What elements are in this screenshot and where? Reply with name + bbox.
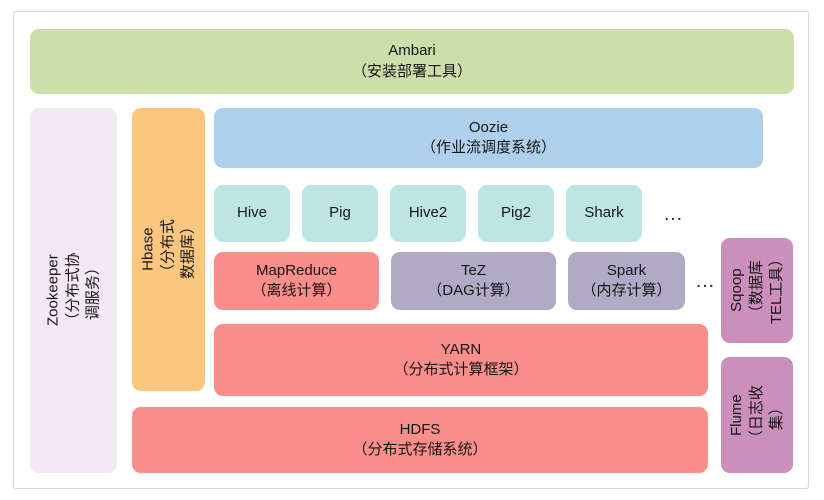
node-oozie-label: Oozie （作业流调度系统） bbox=[420, 118, 556, 156]
node-yarn-label: YARN （分布式计算框架） bbox=[393, 340, 529, 378]
node-yarn[interactable]: YARN （分布式计算框架） bbox=[214, 324, 708, 396]
ellipsis-icon-engine-row: … bbox=[695, 270, 717, 292]
node-pig2[interactable]: Pig2 bbox=[478, 185, 554, 242]
node-tez-label: TeZ （DAG计算） bbox=[427, 261, 520, 299]
node-hive[interactable]: Hive bbox=[214, 185, 290, 242]
node-shark-label: Shark bbox=[584, 204, 624, 222]
node-mapreduce[interactable]: MapReduce （离线计算） bbox=[214, 252, 379, 310]
node-ambari[interactable]: Ambari （安装部署工具） bbox=[30, 29, 794, 94]
node-mapreduce-label: MapReduce （离线计算） bbox=[251, 261, 342, 299]
node-sqoop-label: Sqoop （数据库 TEL工具） bbox=[727, 251, 786, 325]
node-zookeeper[interactable]: Zookeeper （分布式协调服务） bbox=[30, 108, 117, 473]
node-hdfs[interactable]: HDFS （分布式存储系统） bbox=[132, 407, 708, 473]
node-flume[interactable]: Flume （日志收集） bbox=[721, 357, 793, 473]
node-hive2[interactable]: Hive2 bbox=[390, 185, 466, 242]
node-sqoop[interactable]: Sqoop （数据库 TEL工具） bbox=[721, 238, 793, 343]
node-zookeeper-label: Zookeeper （分布式协调服务） bbox=[44, 253, 102, 329]
node-spark-label: Spark （内存计算） bbox=[581, 261, 672, 299]
node-pig-label: Pig bbox=[329, 204, 351, 222]
diagram-container: Ambari （安装部署工具） Zookeeper （分布式协调服务） Hbas… bbox=[13, 11, 809, 489]
node-ambari-label: Ambari （安装部署工具） bbox=[351, 42, 472, 80]
node-tez[interactable]: TeZ （DAG计算） bbox=[391, 252, 556, 310]
node-oozie[interactable]: Oozie （作业流调度系统） bbox=[214, 108, 763, 168]
node-hbase-label: Hbase （分布式数据库） bbox=[139, 219, 197, 280]
node-hive-label: Hive bbox=[236, 204, 267, 222]
node-hbase[interactable]: Hbase （分布式数据库） bbox=[132, 108, 205, 391]
node-pig[interactable]: Pig bbox=[302, 185, 378, 242]
ellipsis-icon-tools-row: … bbox=[663, 202, 685, 225]
node-flume-label: Flume （日志收集） bbox=[727, 385, 786, 446]
node-pig2-label: Pig2 bbox=[500, 204, 532, 222]
node-spark[interactable]: Spark （内存计算） bbox=[568, 252, 685, 310]
node-hdfs-label: HDFS （分布式存储系统） bbox=[352, 420, 488, 458]
node-shark[interactable]: Shark bbox=[566, 185, 642, 242]
node-hive2-label: Hive2 bbox=[408, 204, 448, 222]
